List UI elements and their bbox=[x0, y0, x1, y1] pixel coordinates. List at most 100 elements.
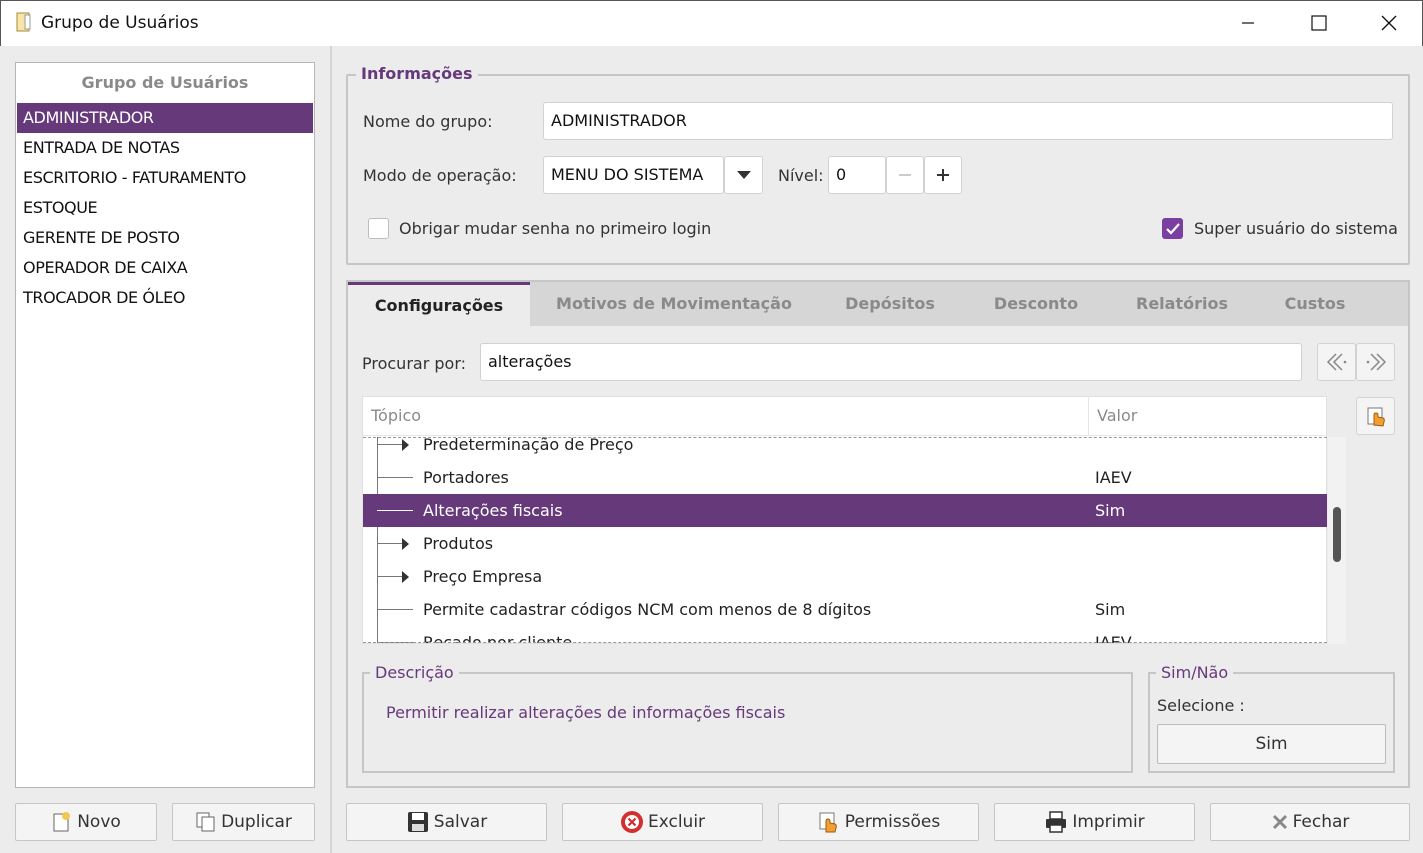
duplicate-icon bbox=[196, 812, 215, 832]
expand-arrow-icon[interactable] bbox=[402, 571, 409, 583]
plus-icon bbox=[937, 169, 949, 181]
check-icon bbox=[1165, 222, 1180, 235]
group-item-escritorio-faturamento[interactable]: ESCRITORIO - FATURAMENTO bbox=[17, 163, 313, 193]
permissions-button-label: Permissões bbox=[844, 812, 941, 832]
save-button[interactable]: Salvar bbox=[346, 803, 547, 841]
tab-relatorios[interactable]: Relatórios bbox=[1118, 282, 1246, 326]
printer-icon bbox=[1046, 811, 1067, 833]
superuser-label: Super usuário do sistema bbox=[1194, 219, 1398, 238]
delete-button-label: Excluir bbox=[647, 812, 706, 832]
row-value: IAEV bbox=[1095, 633, 1132, 643]
description-group bbox=[362, 672, 1133, 773]
double-chevron-right-icon bbox=[1366, 353, 1386, 371]
new-button[interactable]: Novo bbox=[15, 803, 157, 841]
tree-connector bbox=[377, 609, 413, 610]
permissions-hand-icon bbox=[819, 812, 837, 833]
tab-motivos-de-movimentacao[interactable]: Motivos de Movimentação bbox=[540, 282, 808, 326]
search-next-button[interactable] bbox=[1356, 343, 1395, 381]
tab-desconto[interactable]: Desconto bbox=[972, 282, 1100, 326]
tab-custos[interactable]: Custos bbox=[1264, 282, 1366, 326]
tree-row[interactable]: Permite cadastrar códigos NCM com menos … bbox=[363, 593, 1327, 626]
tree-connector bbox=[377, 510, 413, 511]
row-topic: Recado por cliente bbox=[423, 633, 573, 643]
superuser-checkbox[interactable] bbox=[1162, 218, 1183, 239]
force-password-checkbox[interactable] bbox=[368, 218, 389, 239]
row-value: IAEV bbox=[1095, 468, 1132, 487]
print-button[interactable]: Imprimir bbox=[994, 803, 1195, 841]
search-label: Procurar por: bbox=[362, 354, 466, 373]
sim-button-label: Sim bbox=[1255, 734, 1288, 754]
minus-icon bbox=[899, 174, 911, 176]
row-topic: Preço Empresa bbox=[423, 567, 543, 586]
tree-row[interactable]: Recado por cliente IAEV bbox=[363, 626, 1327, 643]
scrollbar-thumb[interactable] bbox=[1333, 507, 1341, 562]
title-bar bbox=[0, 0, 1423, 46]
permissions-button[interactable]: Permissões bbox=[778, 803, 979, 841]
floppy-disk-icon bbox=[407, 812, 428, 832]
group-item-trocador-de-oleo[interactable]: TROCADOR DE ÓLEO bbox=[17, 283, 313, 313]
row-topic: Portadores bbox=[423, 468, 509, 487]
app-icon bbox=[16, 12, 31, 32]
close-button-label: Fechar bbox=[1292, 812, 1350, 832]
tree-connector bbox=[377, 444, 403, 445]
row-value: Sim bbox=[1095, 600, 1126, 619]
new-button-label: Novo bbox=[77, 812, 121, 832]
group-list: Grupo de Usuários ADMINISTRADOR ENTRADA … bbox=[15, 62, 315, 788]
group-item-gerente-de-posto[interactable]: GERENTE DE POSTO bbox=[17, 223, 313, 253]
group-list-header: Grupo de Usuários bbox=[81, 73, 249, 92]
panel-splitter[interactable] bbox=[330, 46, 332, 853]
group-item-administrador[interactable]: ADMINISTRADOR bbox=[17, 103, 313, 133]
duplicate-button[interactable]: Duplicar bbox=[172, 803, 315, 841]
window-title: Grupo de Usuários bbox=[41, 13, 199, 33]
mode-label: Modo de operação: bbox=[363, 166, 517, 185]
level-increment-button[interactable] bbox=[924, 156, 962, 194]
duplicate-button-label: Duplicar bbox=[221, 812, 292, 832]
mode-dropdown-button[interactable] bbox=[724, 156, 763, 194]
row-topic: Produtos bbox=[423, 534, 494, 553]
force-password-label: Obrigar mudar senha no primeiro login bbox=[399, 219, 712, 238]
search-previous-button[interactable] bbox=[1317, 343, 1356, 381]
tree-bottom-edge bbox=[363, 642, 1327, 643]
tree-row[interactable]: Produtos bbox=[363, 527, 1327, 560]
simnao-select-label: Selecione : bbox=[1157, 696, 1245, 715]
tree-connector bbox=[377, 576, 403, 577]
tree-row[interactable]: Portadores IAEV bbox=[363, 461, 1327, 494]
delete-button[interactable]: Excluir bbox=[562, 803, 763, 841]
minimize-icon bbox=[1242, 22, 1254, 24]
row-topic: Predeterminação de Preço bbox=[423, 435, 634, 454]
expand-arrow-icon[interactable] bbox=[402, 439, 409, 451]
info-legend: Informações bbox=[356, 64, 478, 83]
maximize-icon bbox=[1311, 15, 1327, 31]
hand-pointer-icon bbox=[1367, 407, 1385, 427]
level-input[interactable]: 0 bbox=[828, 156, 886, 194]
tree-row-selected[interactable]: Alterações fiscais Sim bbox=[363, 494, 1327, 527]
maximize-button[interactable] bbox=[1284, 0, 1354, 46]
description-text: Permitir realizar alterações de informaç… bbox=[386, 703, 786, 722]
group-name-input[interactable]: ADMINISTRADOR bbox=[543, 102, 1393, 140]
tree-options-button[interactable] bbox=[1356, 397, 1395, 435]
tree-connector bbox=[377, 543, 403, 544]
group-item-entrada-de-notas[interactable]: ENTRADA DE NOTAS bbox=[17, 133, 313, 163]
mode-select[interactable]: MENU DO SISTEMA bbox=[543, 156, 724, 194]
minimize-button[interactable] bbox=[1213, 0, 1283, 46]
search-input[interactable]: alterações bbox=[480, 343, 1302, 381]
tree-row[interactable]: Predeterminação de Preço bbox=[363, 428, 1327, 461]
group-item-estoque[interactable]: ESTOQUE bbox=[17, 193, 313, 223]
row-topic: Permite cadastrar códigos NCM com menos … bbox=[423, 600, 872, 619]
expand-arrow-icon[interactable] bbox=[402, 538, 409, 550]
group-item-operador-de-caixa[interactable]: OPERADOR DE CAIXA bbox=[17, 253, 313, 283]
level-decrement-button[interactable] bbox=[886, 156, 924, 194]
group-name-label: Nome do grupo: bbox=[363, 112, 493, 131]
tab-depositos[interactable]: Depósitos bbox=[826, 282, 954, 326]
simnao-legend: Sim/Não bbox=[1156, 663, 1234, 682]
row-value: Sim bbox=[1095, 501, 1126, 520]
tab-configuracoes[interactable]: Configurações bbox=[348, 282, 530, 328]
sim-button[interactable]: Sim bbox=[1157, 724, 1386, 764]
tree-row[interactable]: Preço Empresa bbox=[363, 560, 1327, 593]
close-button[interactable]: Fechar bbox=[1210, 803, 1410, 841]
print-button-label: Imprimir bbox=[1072, 812, 1145, 832]
delete-circle-icon bbox=[620, 811, 643, 833]
tree-row-clip: Recado por cliente IAEV bbox=[363, 626, 1327, 643]
close-window-button[interactable] bbox=[1354, 0, 1423, 46]
close-x-icon bbox=[1272, 814, 1287, 830]
